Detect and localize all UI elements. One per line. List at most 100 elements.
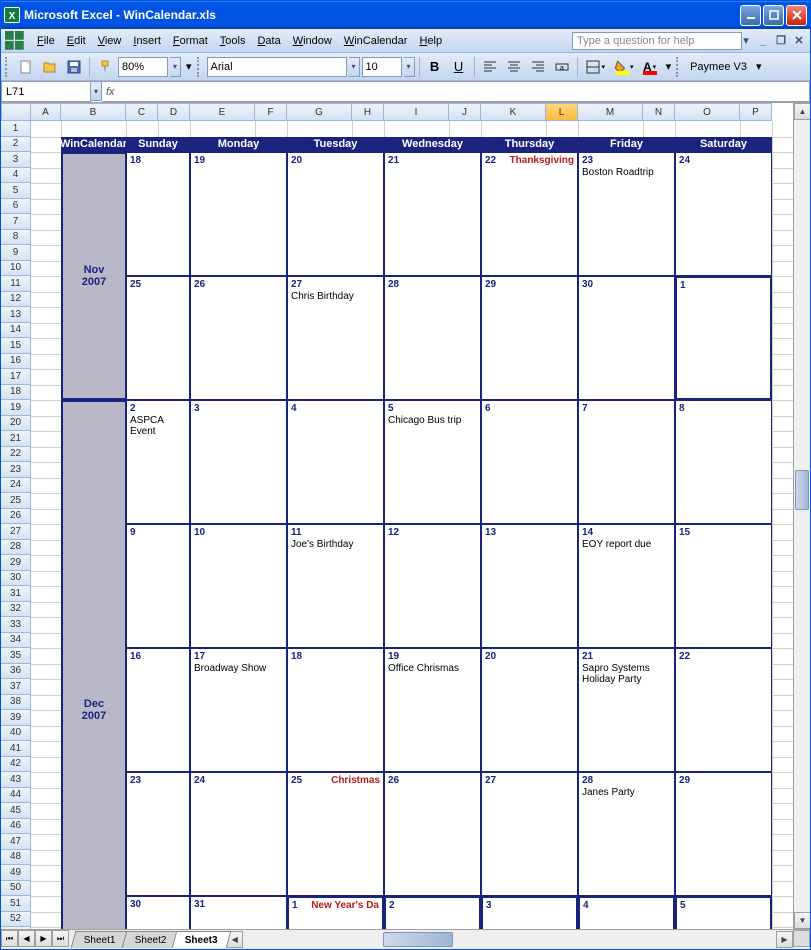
calendar-day[interactable]: 26: [190, 276, 287, 400]
row-headers[interactable]: 1234567891011121314151617181920212223242…: [1, 121, 31, 929]
row-header-2[interactable]: 2: [1, 137, 31, 153]
row-header-42[interactable]: 42: [1, 757, 31, 773]
calendar-day[interactable]: 22: [675, 648, 772, 772]
calendar-day[interactable]: 23: [126, 772, 190, 896]
row-header-10[interactable]: 10: [1, 261, 31, 277]
row-header-31[interactable]: 31: [1, 586, 31, 602]
tab-first-button[interactable]: ⏮: [1, 930, 18, 947]
toolbar-options-icon-2[interactable]: ▾: [663, 56, 675, 78]
sheet-tab-sheet1[interactable]: Sheet1: [71, 931, 129, 948]
menu-format[interactable]: Format: [167, 33, 214, 49]
calendar-day[interactable]: 18: [287, 648, 384, 772]
maximize-button[interactable]: [763, 5, 784, 26]
calendar-day[interactable]: 27Chris Birthday: [287, 276, 384, 400]
row-header-26[interactable]: 26: [1, 509, 31, 525]
scroll-right-button[interactable]: ▶: [776, 931, 793, 948]
align-right-button[interactable]: [527, 56, 549, 78]
menu-window[interactable]: Window: [287, 33, 338, 49]
calendar-day[interactable]: 28Janes Party: [578, 772, 675, 896]
calendar-day[interactable]: 3: [481, 896, 578, 929]
vertical-scrollbar[interactable]: ▲ ▼: [793, 103, 810, 929]
row-header-33[interactable]: 33: [1, 617, 31, 633]
calendar-day[interactable]: 25Christmas: [287, 772, 384, 896]
row-header-17[interactable]: 17: [1, 369, 31, 385]
row-header-9[interactable]: 9: [1, 245, 31, 261]
calendar-day[interactable]: 29: [675, 772, 772, 896]
calendar-day[interactable]: 5Chicago Bus trip: [384, 400, 481, 524]
help-dropdown-icon[interactable]: ▾: [742, 34, 750, 47]
calendar-day[interactable]: 5: [675, 896, 772, 929]
menu-wincalendar[interactable]: WinCalendar: [338, 33, 414, 49]
paymee-label[interactable]: Paymee V3: [686, 61, 751, 73]
row-header-19[interactable]: 19: [1, 400, 31, 416]
help-search-box[interactable]: Type a question for help: [572, 32, 742, 50]
col-header-B[interactable]: B: [61, 103, 126, 121]
col-header-M[interactable]: M: [578, 103, 643, 121]
calendar-day[interactable]: 22Thanksgiving: [481, 152, 578, 276]
row-header-36[interactable]: 36: [1, 664, 31, 680]
calendar-day[interactable]: 30: [126, 896, 190, 929]
calendar-day[interactable]: 31: [190, 896, 287, 929]
row-header-25[interactable]: 25: [1, 493, 31, 509]
calendar-day[interactable]: 4: [287, 400, 384, 524]
font-box[interactable]: Arial: [207, 57, 347, 77]
calendar-day[interactable]: 17Broadway Show: [190, 648, 287, 772]
row-header-11[interactable]: 11: [1, 276, 31, 292]
column-headers[interactable]: ABCDEFGHIJKLMNOP: [1, 103, 793, 121]
tab-last-button[interactable]: ⏭: [52, 930, 69, 947]
calendar-day[interactable]: 11Joe's Birthday: [287, 524, 384, 648]
underline-button[interactable]: U: [448, 56, 470, 78]
calendar-day[interactable]: 21: [384, 152, 481, 276]
align-center-button[interactable]: [503, 56, 525, 78]
row-header-29[interactable]: 29: [1, 555, 31, 571]
row-header-6[interactable]: 6: [1, 199, 31, 215]
row-header-41[interactable]: 41: [1, 741, 31, 757]
calendar-day[interactable]: 3: [190, 400, 287, 524]
row-header-35[interactable]: 35: [1, 648, 31, 664]
col-header-N[interactable]: N: [643, 103, 675, 121]
col-header-O[interactable]: O: [675, 103, 740, 121]
row-header-22[interactable]: 22: [1, 447, 31, 463]
row-header-16[interactable]: 16: [1, 354, 31, 370]
fontsize-dropdown-icon[interactable]: ▾: [404, 57, 415, 77]
font-dropdown-icon[interactable]: ▾: [349, 57, 360, 77]
fontsize-box[interactable]: 10: [362, 57, 402, 77]
row-header-49[interactable]: 49: [1, 865, 31, 881]
calendar-day[interactable]: 15: [675, 524, 772, 648]
zoom-box[interactable]: 80%: [118, 57, 168, 77]
scroll-down-button[interactable]: ▼: [794, 912, 810, 929]
calendar-day[interactable]: 27: [481, 772, 578, 896]
calendar-day[interactable]: 1New Year's Da: [287, 896, 384, 929]
col-header-L[interactable]: L: [546, 103, 578, 121]
formula-input[interactable]: fx: [102, 81, 810, 102]
row-header-45[interactable]: 45: [1, 803, 31, 819]
open-button[interactable]: [39, 56, 61, 78]
row-header-40[interactable]: 40: [1, 726, 31, 742]
row-header-5[interactable]: 5: [1, 183, 31, 199]
calendar-day[interactable]: 13: [481, 524, 578, 648]
toolbar-options-icon[interactable]: ▾: [183, 56, 195, 78]
calendar-day[interactable]: 9: [126, 524, 190, 648]
row-header-15[interactable]: 15: [1, 338, 31, 354]
row-header-18[interactable]: 18: [1, 385, 31, 401]
row-header-12[interactable]: 12: [1, 292, 31, 308]
col-header-A[interactable]: A: [31, 103, 61, 121]
menu-help[interactable]: Help: [413, 33, 448, 49]
toolbar-grip-2[interactable]: [197, 57, 203, 77]
minimize-button[interactable]: [740, 5, 761, 26]
row-header-44[interactable]: 44: [1, 788, 31, 804]
row-header-20[interactable]: 20: [1, 416, 31, 432]
col-header-K[interactable]: K: [481, 103, 546, 121]
row-header-7[interactable]: 7: [1, 214, 31, 230]
row-header-50[interactable]: 50: [1, 881, 31, 897]
row-header-32[interactable]: 32: [1, 602, 31, 618]
doc-close-button[interactable]: ✕: [792, 34, 806, 48]
calendar-day[interactable]: 19Office Chrismas: [384, 648, 481, 772]
row-header-24[interactable]: 24: [1, 478, 31, 494]
row-header-53[interactable]: 53: [1, 927, 31, 929]
calendar-day[interactable]: 2ASPCA Event: [126, 400, 190, 524]
col-header-I[interactable]: I: [384, 103, 449, 121]
calendar-day[interactable]: 7: [578, 400, 675, 524]
row-header-4[interactable]: 4: [1, 168, 31, 184]
row-header-8[interactable]: 8: [1, 230, 31, 246]
